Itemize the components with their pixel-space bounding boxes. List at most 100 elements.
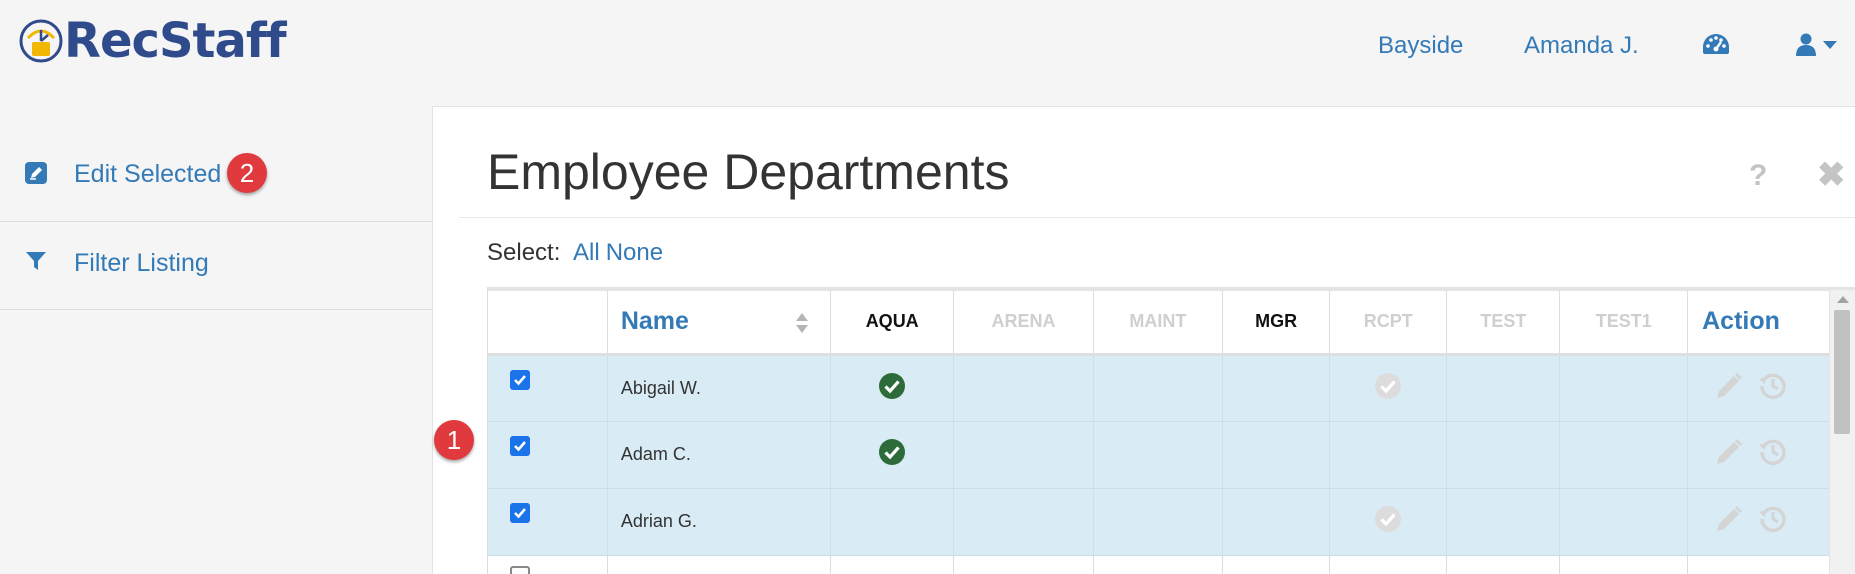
employee-name: Adam C. — [607, 421, 831, 488]
check-circle-inactive-icon — [1375, 372, 1402, 399]
select-label: Select: — [487, 239, 561, 266]
top-header: RecStaff Bayside Amanda J. — [0, 0, 1855, 90]
table-row: Adrian G. — [488, 488, 1848, 555]
row-actions — [1687, 354, 1848, 421]
dept-cell-rcpt — [1329, 421, 1448, 488]
check-icon — [514, 508, 526, 519]
table-row: Adam C. — [488, 421, 1848, 488]
sort-icon[interactable] — [795, 312, 809, 334]
dept-cell-test — [1446, 488, 1561, 555]
page-title: Employee Departments — [487, 144, 1010, 200]
row-select-cell — [488, 354, 608, 421]
select-all-link[interactable]: All — [573, 239, 600, 266]
check-icon — [514, 374, 526, 385]
departments-table: Name AQUA ARENA MAINT MGR RCPT TEST TEST… — [488, 291, 1848, 574]
help-icon[interactable]: ? — [1749, 159, 1767, 193]
location-link[interactable]: Bayside — [1378, 32, 1463, 60]
brand-name: RecStaff — [64, 13, 287, 69]
scroll-thumb[interactable] — [1834, 310, 1850, 434]
edit-row-button[interactable] — [1714, 371, 1744, 406]
table-row — [488, 555, 1848, 574]
dept-cell-test — [1446, 421, 1561, 488]
sidebar: Edit Selected Filter Listing — [0, 90, 432, 574]
account-menu[interactable] — [1796, 33, 1837, 57]
header-name[interactable]: Name — [607, 291, 831, 356]
header-aqua[interactable]: AQUA — [830, 291, 955, 356]
table-header-row: Name AQUA ARENA MAINT MGR RCPT TEST TEST… — [488, 291, 1848, 356]
history-row-button[interactable] — [1758, 437, 1788, 472]
employee-name — [607, 555, 831, 574]
edit-icon — [25, 162, 47, 184]
dashboard-button[interactable] — [1702, 33, 1730, 62]
tachometer-icon — [1703, 34, 1729, 54]
history-icon — [1759, 506, 1786, 532]
select-none-link[interactable]: None — [606, 239, 663, 266]
table-scrollbar[interactable] — [1829, 290, 1855, 574]
dept-cell-mgr[interactable] — [1222, 354, 1331, 421]
dept-cell-arena — [953, 354, 1094, 421]
title-divider — [459, 217, 1855, 218]
user-name-link[interactable]: Amanda J. — [1524, 32, 1639, 60]
dept-cell-rcpt — [1329, 488, 1448, 555]
dept-cell-test1 — [1559, 488, 1689, 555]
header-mgr[interactable]: MGR — [1222, 291, 1331, 356]
dept-cell-test — [1446, 354, 1561, 421]
header-maint: MAINT — [1093, 291, 1224, 356]
pencil-icon — [1717, 372, 1743, 398]
sidebar-item-edit-selected[interactable]: Edit Selected — [0, 130, 432, 222]
clock-logo-icon — [19, 19, 63, 63]
history-row-button[interactable] — [1758, 371, 1788, 406]
user-icon — [1796, 33, 1816, 56]
dept-cell-aqua[interactable] — [830, 421, 955, 488]
caret-down-icon — [1823, 41, 1837, 49]
row-checkbox[interactable] — [510, 436, 530, 456]
check-circle-active-icon[interactable] — [878, 372, 906, 400]
dept-cell-test1 — [1559, 421, 1689, 488]
dept-cell-maint — [1093, 421, 1224, 488]
pencil-icon — [1717, 439, 1743, 464]
row-checkbox[interactable] — [510, 369, 530, 390]
check-circle-inactive-icon — [1375, 506, 1402, 532]
history-icon — [1759, 439, 1786, 465]
edit-row-button[interactable] — [1714, 504, 1744, 539]
dept-cell-mgr[interactable] — [1222, 488, 1331, 555]
callout-badge-1: 1 — [434, 420, 474, 460]
scroll-up-arrow[interactable] — [1837, 296, 1849, 303]
sidebar-item-label: Filter Listing — [74, 249, 209, 277]
row-checkbox[interactable] — [510, 565, 530, 574]
dept-cell-mgr[interactable] — [1222, 421, 1331, 488]
header-action: Action — [1687, 291, 1848, 356]
history-icon — [1759, 373, 1786, 399]
pencil-icon — [1717, 506, 1743, 531]
close-icon[interactable]: ✖ — [1817, 155, 1846, 195]
row-actions — [1687, 421, 1848, 488]
sidebar-item-filter-listing[interactable]: Filter Listing — [0, 222, 432, 310]
header-select — [488, 291, 608, 356]
header-name-label: Name — [620, 307, 689, 336]
row-select-cell — [488, 555, 608, 574]
check-circle-active-icon[interactable] — [878, 438, 906, 466]
row-select-cell — [488, 488, 608, 555]
recstaff-logo[interactable]: RecStaff — [18, 13, 287, 69]
header-arena: ARENA — [953, 291, 1094, 356]
select-controls: Select: All None — [487, 239, 663, 267]
departments-table-container: Name AQUA ARENA MAINT MGR RCPT TEST TEST… — [487, 287, 1855, 574]
header-test1: TEST1 — [1559, 291, 1689, 356]
row-actions — [1687, 488, 1848, 555]
edit-row-button[interactable] — [1714, 437, 1744, 472]
header-rcpt: RCPT — [1329, 291, 1448, 356]
history-row-button[interactable] — [1758, 504, 1788, 539]
header-test: TEST — [1446, 291, 1561, 356]
dept-cell-aqua[interactable] — [830, 354, 955, 421]
row-select-cell — [488, 421, 608, 488]
dept-cell-arena — [953, 421, 1094, 488]
dept-cell-maint — [1093, 354, 1224, 421]
row-checkbox[interactable] — [510, 503, 530, 523]
callout-badge-2: 2 — [227, 153, 267, 193]
sidebar-item-label: Edit Selected — [74, 160, 222, 188]
dept-cell-test1 — [1559, 354, 1689, 421]
main-panel: Employee Departments ? ✖ Select: All None… — [432, 106, 1855, 574]
dept-cell-aqua[interactable] — [830, 488, 955, 555]
dept-cell-rcpt — [1329, 354, 1448, 421]
employee-name: Adrian G. — [607, 488, 831, 555]
